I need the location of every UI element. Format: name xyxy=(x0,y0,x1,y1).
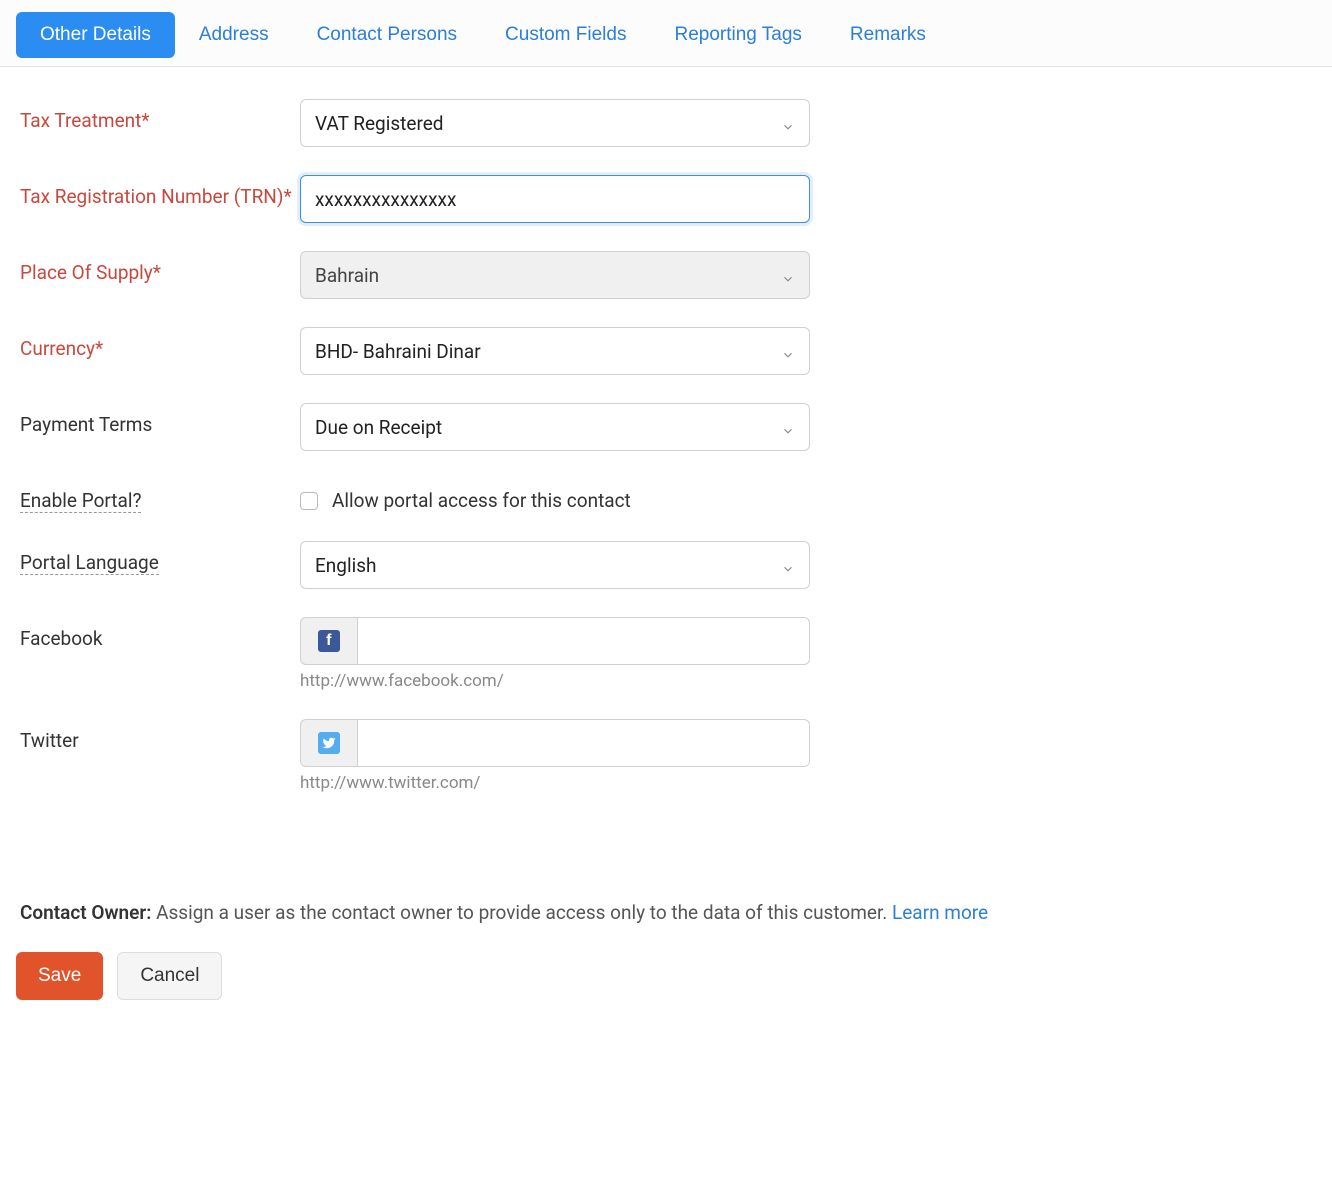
chevron-down-icon xyxy=(781,420,795,434)
trn-value: xxxxxxxxxxxxxxx xyxy=(315,188,456,211)
trn-input[interactable]: xxxxxxxxxxxxxxx xyxy=(300,175,810,223)
facebook-hint: http://www.facebook.com/ xyxy=(300,671,810,691)
place-of-supply-value: Bahrain xyxy=(315,264,379,287)
cancel-button[interactable]: Cancel xyxy=(117,952,222,1000)
currency-value: BHD- Bahraini Dinar xyxy=(315,340,481,363)
portal-language-value: English xyxy=(315,554,376,577)
place-of-supply-select[interactable]: Bahrain xyxy=(300,251,810,299)
tab-address[interactable]: Address xyxy=(175,12,293,58)
chevron-down-icon xyxy=(781,344,795,358)
currency-select[interactable]: BHD- Bahraini Dinar xyxy=(300,327,810,375)
tab-other-details[interactable]: Other Details xyxy=(16,12,175,58)
payment-terms-select[interactable]: Due on Receipt xyxy=(300,403,810,451)
chevron-down-icon xyxy=(781,268,795,282)
twitter-input[interactable] xyxy=(357,719,810,767)
portal-language-select[interactable]: English xyxy=(300,541,810,589)
twitter-icon xyxy=(318,732,340,754)
tab-remarks[interactable]: Remarks xyxy=(826,12,950,58)
tabs-bar: Other Details Address Contact Persons Cu… xyxy=(0,0,1332,67)
payment-terms-value: Due on Receipt xyxy=(315,416,442,439)
facebook-icon: f xyxy=(318,630,340,652)
payment-terms-label: Payment Terms xyxy=(20,413,152,436)
tab-contact-persons[interactable]: Contact Persons xyxy=(293,12,481,58)
form-panel: Tax Treatment* VAT Registered Tax Regist… xyxy=(0,67,1332,861)
tax-treatment-label: Tax Treatment* xyxy=(20,109,150,132)
learn-more-link[interactable]: Learn more xyxy=(892,901,988,924)
contact-owner-desc: Assign a user as the contact owner to pr… xyxy=(151,901,892,924)
save-button[interactable]: Save xyxy=(16,952,103,1000)
facebook-addon: f xyxy=(300,617,357,665)
twitter-addon xyxy=(300,719,357,767)
chevron-down-icon xyxy=(781,116,795,130)
enable-portal-checkbox[interactable] xyxy=(300,492,318,510)
enable-portal-label: Enable Portal? xyxy=(20,489,141,513)
tab-custom-fields[interactable]: Custom Fields xyxy=(481,12,650,58)
trn-label: Tax Registration Number (TRN)* xyxy=(20,185,292,208)
contact-owner-text: Contact Owner: Assign a user as the cont… xyxy=(0,861,1332,924)
place-of-supply-label: Place Of Supply* xyxy=(20,261,161,284)
portal-language-label: Portal Language xyxy=(20,551,159,575)
facebook-label: Facebook xyxy=(20,627,103,650)
actions-bar: Save Cancel xyxy=(0,924,1332,1000)
currency-label: Currency* xyxy=(20,337,103,360)
chevron-down-icon xyxy=(781,558,795,572)
twitter-label: Twitter xyxy=(20,729,79,752)
tax-treatment-select[interactable]: VAT Registered xyxy=(300,99,810,147)
contact-owner-bold: Contact Owner: xyxy=(20,901,151,924)
tax-treatment-value: VAT Registered xyxy=(315,112,444,135)
twitter-hint: http://www.twitter.com/ xyxy=(300,773,810,793)
enable-portal-checkbox-label: Allow portal access for this contact xyxy=(332,489,631,512)
facebook-input[interactable] xyxy=(357,617,810,665)
tab-reporting-tags[interactable]: Reporting Tags xyxy=(650,12,825,58)
